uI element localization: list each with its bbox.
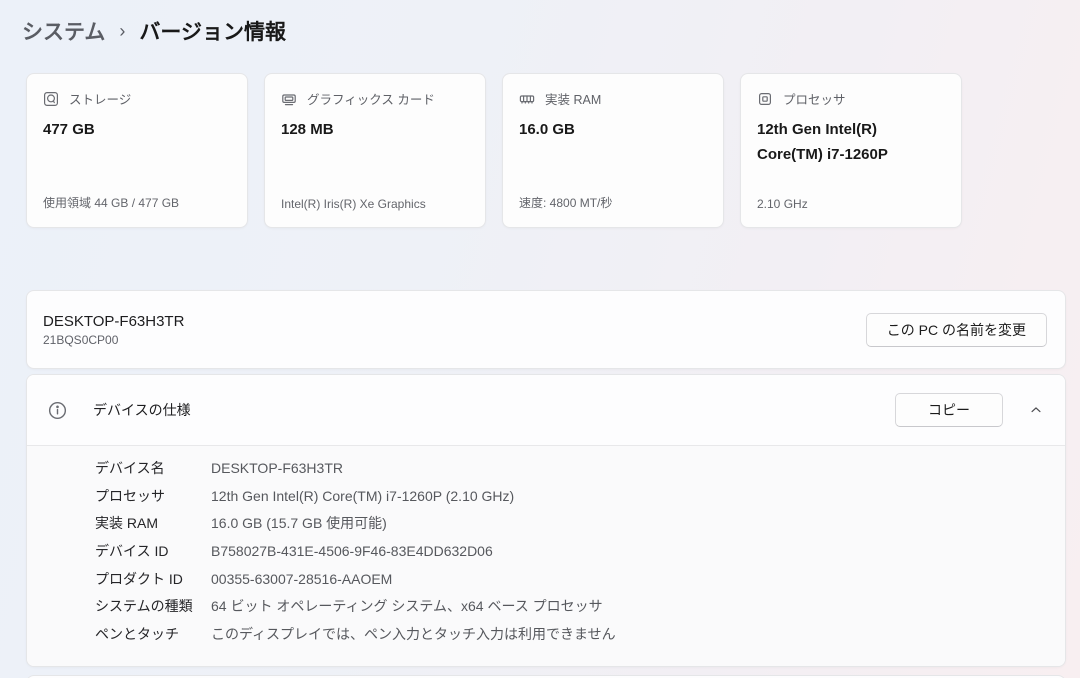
storage-card-label: ストレージ [69,93,132,107]
spec-value: このディスプレイでは、ペン入力とタッチ入力は利用できません [211,626,616,643]
cpu-icon [757,91,773,107]
processor-card-detail: 2.10 GHz [757,197,808,211]
processor-card-label: プロセッサ [783,93,846,107]
storage-card-detail: 使用領域 44 GB / 477 GB [43,196,180,210]
ram-card-value: 16.0 GB [519,121,575,138]
spec-label: システムの種類 [95,598,193,615]
storage-card-value: 477 GB [43,121,95,138]
device-name-block: DESKTOP-F63H3TR 21BQS0CP00 [43,313,184,347]
copy-button[interactable]: コピー [895,393,1003,427]
device-name: DESKTOP-F63H3TR [43,312,185,330]
device-specs-title: デバイスの仕様 [93,402,191,418]
graphics-card-icon [281,91,297,107]
spec-value: 64 ビット オペレーティング システム、x64 ベース プロセッサ [211,598,603,615]
graphics-card-label: グラフィックス カード [307,93,435,107]
spec-label: 実装 RAM [95,515,158,532]
spec-value: B758027B-431E-4506-9F46-83E4DD632D06 [211,543,493,560]
graphics-card: グラフィックス カード 128 MB Intel(R) Iris(R) Xe G… [264,73,486,228]
spec-label: プロセッサ [95,487,165,504]
spec-label: ペンとタッチ [95,626,179,643]
spec-label: プロダクト ID [95,570,183,587]
spec-row-device-id: デバイス ID B758027B-431E-4506-9F46-83E4DD63… [95,541,1049,569]
spec-label: デバイス名 [95,460,165,476]
spec-label: デバイス ID [95,543,169,560]
info-icon [48,401,67,420]
device-specs-body: デバイス名 DESKTOP-F63H3TR プロセッサ 12th Gen Int… [27,446,1065,666]
graphics-card-value: 128 MB [281,121,334,138]
breadcrumb-system[interactable]: システム [22,16,105,46]
spec-row-processor: プロセッサ 12th Gen Intel(R) Core(TM) i7-1260… [95,486,1049,514]
processor-card: プロセッサ 12th Gen Intel(R) Core(TM) i7-1260… [740,73,962,228]
rename-pc-button[interactable]: この PC の名前を変更 [865,312,1047,347]
device-specs-expander-header[interactable]: デバイスの仕様 コピー [27,375,1065,445]
spec-row-system-type: システムの種類 64 ビット オペレーティング システム、x64 ベース プロセ… [95,596,1049,624]
spec-value: 16.0 GB (15.7 GB 使用可能) [211,515,387,532]
about-page: システム › バージョン情報 ストレージ 477 GB 使用領域 44 GB /… [0,0,1080,678]
spec-row-ram: 実装 RAM 16.0 GB (15.7 GB 使用可能) [95,513,1049,541]
storage-icon [43,91,59,107]
spec-value: 00355-63007-28516-AAOEM [211,570,393,587]
spec-value: 12th Gen Intel(R) Core(TM) i7-1260P (2.1… [211,487,515,504]
ram-card-detail: 速度: 4800 MT/秒 [519,196,613,210]
device-model: 21BQS0CP00 [43,332,119,347]
device-name-card: DESKTOP-F63H3TR 21BQS0CP00 この PC の名前を変更 [26,290,1066,369]
breadcrumb: システム › バージョン情報 [22,16,1066,46]
chevron-up-icon[interactable] [1029,403,1043,417]
processor-card-value: 12th Gen Intel(R) Core(TM) i7-1260P [757,121,888,163]
spec-value: DESKTOP-F63H3TR [211,460,343,476]
ram-icon [519,91,535,107]
summary-cards: ストレージ 477 GB 使用領域 44 GB / 477 GB グラフィックス… [26,73,1066,228]
breadcrumb-chevron-icon: › [119,21,126,41]
storage-card: ストレージ 477 GB 使用領域 44 GB / 477 GB [26,73,248,228]
spec-row-product-id: プロダクト ID 00355-63007-28516-AAOEM [95,569,1049,597]
graphics-card-detail: Intel(R) Iris(R) Xe Graphics [281,197,426,211]
ram-card-label: 実装 RAM [545,93,602,107]
page-title: バージョン情報 [139,21,286,44]
ram-card: 実装 RAM 16.0 GB 速度: 4800 MT/秒 [502,73,724,228]
device-specs-card: デバイスの仕様 コピー デバイス名 DESKTOP-F63H3TR プロセッサ … [26,374,1066,667]
spec-row-pen-touch: ペンとタッチ このディスプレイでは、ペン入力とタッチ入力は利用できません [95,624,1049,652]
spec-row-device-name: デバイス名 DESKTOP-F63H3TR [95,458,1049,486]
